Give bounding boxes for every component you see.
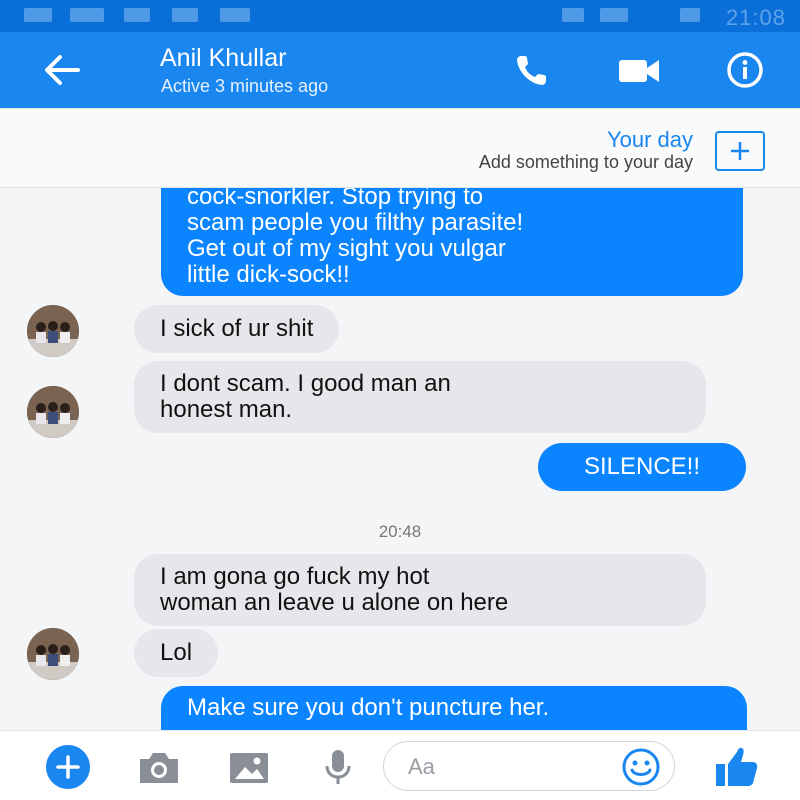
- signal-icon: [600, 8, 628, 22]
- contact-avatar[interactable]: [27, 386, 79, 438]
- camera-icon: [140, 753, 178, 783]
- notification-icon: [24, 8, 52, 22]
- message-text-line: I sick of ur shit: [160, 315, 314, 342]
- phone-icon: [517, 56, 546, 85]
- gallery-button[interactable]: [226, 744, 272, 790]
- contact-avatar[interactable]: [27, 628, 79, 680]
- back-arrow-icon: [45, 55, 80, 85]
- back-button[interactable]: [38, 50, 86, 90]
- message-bubble-outgoing[interactable]: SILENCE!!: [538, 443, 746, 491]
- contact-avatar[interactable]: [27, 305, 79, 357]
- emoji-button[interactable]: [620, 746, 662, 788]
- youtube-icon: [70, 8, 104, 22]
- message-text-line: SILENCE!!: [583, 453, 701, 480]
- your-day-bar[interactable]: Your day Add something to your day: [0, 108, 800, 188]
- more-actions-button[interactable]: [42, 743, 94, 791]
- like-button[interactable]: [712, 742, 762, 792]
- message-text-line: scam people you filthy parasite!: [187, 209, 524, 236]
- message-text-line: I dont scam. I good man an: [160, 370, 451, 397]
- thumbs-up-icon: [716, 747, 758, 786]
- message-bubble-outgoing[interactable]: Make sure you don't puncture her.: [161, 686, 747, 730]
- info-icon: [727, 52, 763, 88]
- message-bubble-outgoing[interactable]: cock-snorkler. Stop trying to scam peopl…: [161, 188, 743, 296]
- call-button[interactable]: [510, 48, 554, 92]
- message-timestamp: 20:48: [378, 522, 422, 541]
- message-text-line: little dick-sock!!: [187, 261, 350, 288]
- message-text-line: cock-snorkler. Stop trying to: [187, 188, 484, 210]
- video-call-button[interactable]: [617, 48, 661, 92]
- your-day-title: Your day: [606, 127, 693, 152]
- image-icon: [230, 753, 268, 783]
- message-input[interactable]: [408, 752, 608, 782]
- plus-icon: [731, 142, 749, 160]
- message-text-line: honest man.: [160, 396, 293, 423]
- avatar-photo: [27, 386, 79, 438]
- avatar-photo: [27, 628, 79, 680]
- check-icon: [124, 8, 150, 22]
- check-icon: [172, 8, 198, 22]
- info-button[interactable]: [723, 48, 767, 92]
- contact-name[interactable]: Anil Khullar: [160, 44, 286, 73]
- emoji-icon: [622, 748, 660, 786]
- message-list[interactable]: cock-snorkler. Stop trying to scam peopl…: [0, 188, 800, 730]
- video-camera-icon: [619, 60, 659, 82]
- message-bubble-incoming[interactable]: I sick of ur shit: [134, 305, 340, 353]
- microphone-icon: [325, 750, 351, 784]
- message-text-line: Lol: [160, 639, 193, 666]
- message-text-line: Get out of my sight you vulgar: [187, 235, 506, 262]
- voice-record-button[interactable]: [315, 744, 361, 790]
- plus-icon: [46, 745, 90, 789]
- message-bubble-incoming[interactable]: I dont scam. I good man an honest man.: [134, 361, 706, 433]
- your-day-subtitle: Add something to your day: [478, 152, 693, 172]
- message-input-wrapper[interactable]: [383, 741, 675, 791]
- message-bubble-incoming[interactable]: Lol: [134, 629, 219, 677]
- conversation-header: Anil Khullar Active 3 minutes ago: [0, 32, 800, 108]
- keyboard-icon: [220, 8, 250, 22]
- contact-status: Active 3 minutes ago: [161, 76, 329, 96]
- mute-icon: [562, 8, 584, 22]
- message-bubble-incoming[interactable]: I am gona go fuck my hot woman an leave …: [134, 554, 706, 626]
- message-text-line: I am gona go fuck my hot: [160, 563, 430, 590]
- clock: 21:08: [725, 5, 786, 30]
- camera-button[interactable]: [136, 744, 182, 790]
- message-text-line: Make sure you don't puncture her.: [187, 694, 550, 721]
- message-text-line: woman an leave u alone on here: [160, 589, 509, 616]
- add-to-your-day-button[interactable]: [715, 131, 765, 171]
- message-composer: [0, 730, 800, 800]
- status-bar: 21:08: [0, 0, 800, 32]
- avatar-photo: [27, 305, 79, 357]
- battery-icon: [680, 8, 700, 22]
